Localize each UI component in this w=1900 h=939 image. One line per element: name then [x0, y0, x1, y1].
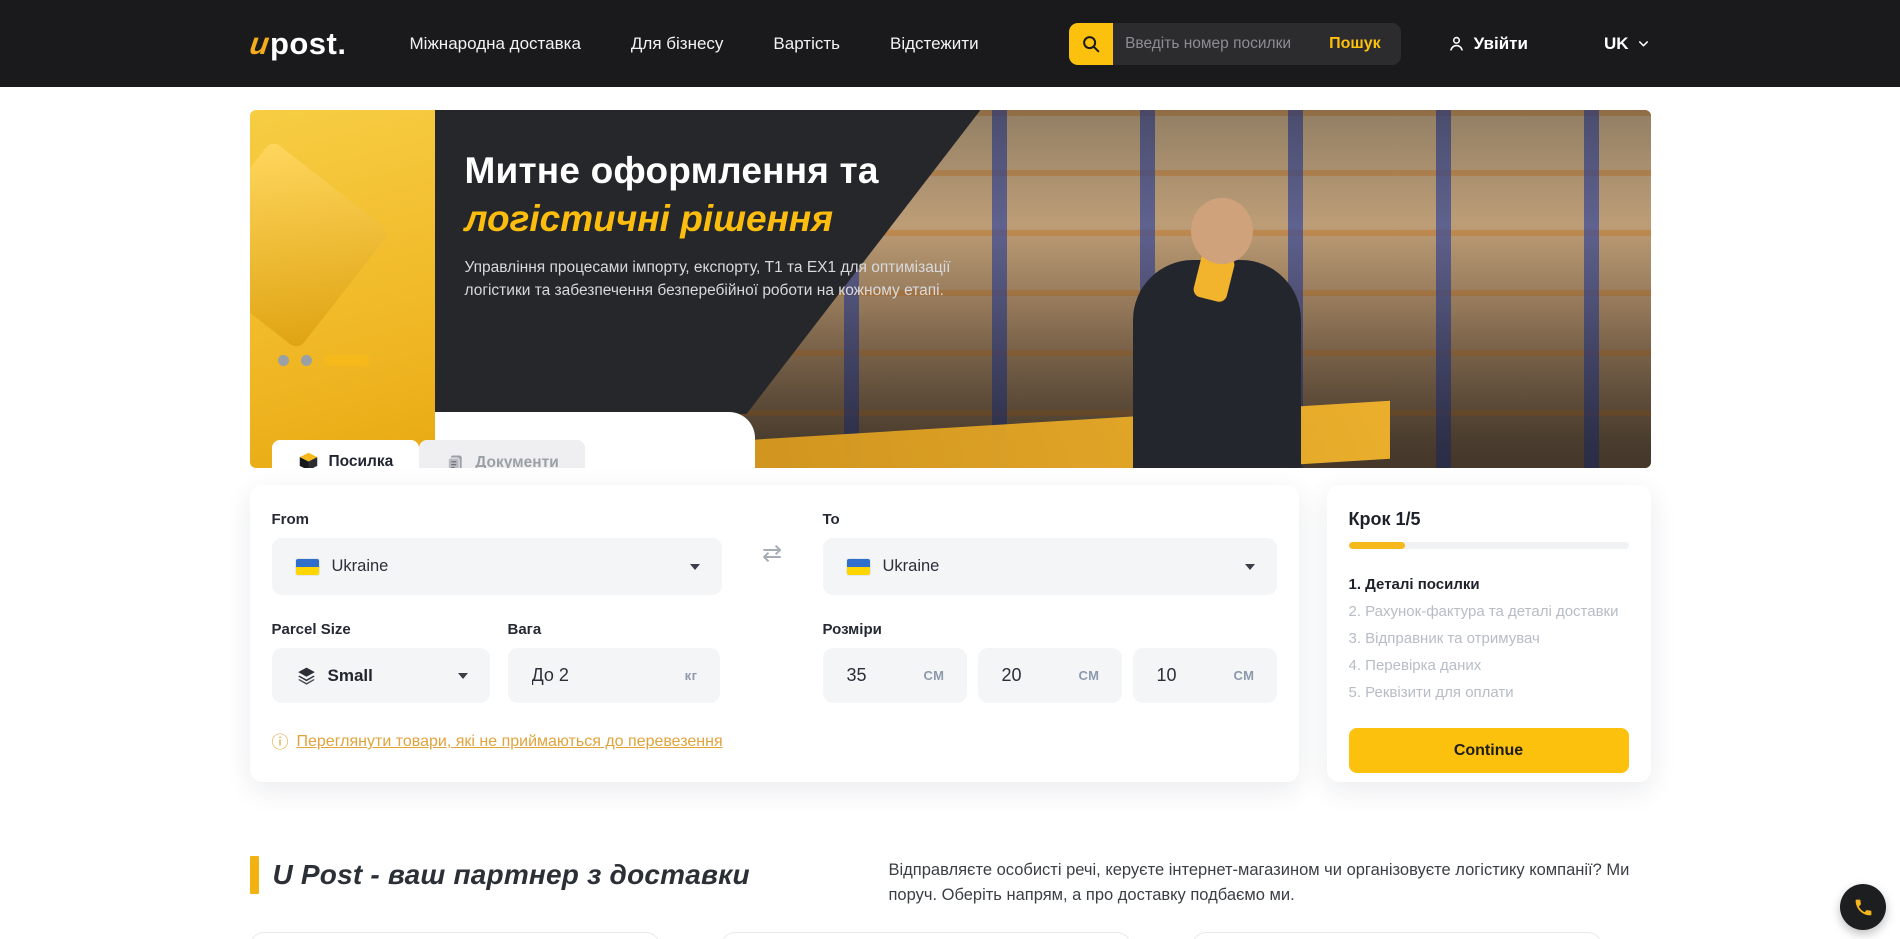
height-unit: СМ [1233, 668, 1254, 683]
to-country-value: Ukraine [883, 557, 940, 576]
from-country-select[interactable]: Ukraine [272, 538, 722, 595]
user-icon [1447, 34, 1466, 53]
from-label: From [272, 511, 722, 528]
direction-card-2[interactable] [721, 932, 1131, 939]
language-selector[interactable]: UK [1604, 34, 1651, 54]
to-country-select[interactable]: Ukraine [823, 538, 1277, 595]
tab-parcel[interactable]: Посилка [272, 440, 420, 468]
dimensions-label: Розміри [823, 621, 1277, 638]
search-icon-button[interactable] [1069, 23, 1113, 65]
steps-list: 1. Деталі посилки 2. Рахунок-фактура та … [1349, 571, 1629, 706]
search-icon [1080, 33, 1102, 55]
tracking-number-input[interactable] [1113, 35, 1323, 53]
search-submit-button[interactable]: Пошук [1323, 35, 1387, 53]
restricted-items-link[interactable]: ⓘ Переглянути товари, які не приймаються… [272, 733, 1277, 751]
call-fab-button[interactable] [1840, 884, 1886, 930]
from-country-value: Ukraine [332, 557, 389, 576]
step-item-2: 2. Рахунок-фактура та деталі доставки [1349, 598, 1629, 625]
parcel-shape [250, 140, 390, 351]
main-nav: Міжнародна доставка Для бізнесу Вартість… [410, 34, 979, 54]
hero-banner: Митне оформлення та логістичні рішення У… [250, 110, 1651, 468]
progress-bar-fill [1349, 542, 1405, 549]
info-icon: ⓘ [272, 734, 289, 751]
tab-documents[interactable]: Документи [419, 440, 584, 468]
shipment-type-tabs: Посилка Документи [272, 440, 585, 468]
layers-icon [296, 665, 317, 686]
length-unit: СМ [923, 668, 944, 683]
step-item-5: 5. Реквізити для оплати [1349, 679, 1629, 706]
intro-paragraph: Відправляєте особисті речі, керуєте інте… [889, 858, 1651, 908]
logo-text: post. [270, 26, 347, 62]
height-input-wrap: СМ [1133, 648, 1277, 703]
direction-card-3[interactable] [1192, 932, 1602, 939]
parcel-size-label: Parcel Size [272, 621, 490, 638]
hero-yellow-panel [250, 110, 435, 468]
to-label: To [823, 511, 1277, 528]
tab-documents-label: Документи [475, 454, 558, 468]
shipment-calculator-card: From Ukraine ⇄ To Ukraine [250, 485, 1299, 782]
phone-icon [1853, 897, 1874, 918]
hero-subtitle: логістичні рішення [465, 198, 1005, 240]
swap-directions-icon[interactable]: ⇄ [762, 539, 782, 568]
login-button[interactable]: Увійти [1447, 34, 1528, 54]
caret-down-icon [690, 564, 700, 570]
step-item-3: 3. Відправник та отримувач [1349, 625, 1629, 652]
hero-title: Митне оформлення та [465, 150, 1005, 192]
weight-input[interactable] [532, 665, 632, 686]
direction-cards-row [250, 932, 1651, 939]
width-input[interactable] [1002, 665, 1054, 686]
top-navigation-bar: upost. Міжнародна доставка Для бізнесу В… [0, 0, 1900, 87]
nav-track[interactable]: Відстежити [890, 34, 979, 54]
tracking-search: Пошук [1069, 23, 1401, 65]
parcel-size-value: Small [328, 666, 373, 686]
courier-head-shape [1191, 198, 1253, 264]
carousel-dot-3-active[interactable] [324, 355, 370, 366]
carousel-dot-2[interactable] [301, 355, 312, 366]
intro-section: U Post - ваш партнер з доставки Відправл… [250, 856, 1651, 908]
step-counter: Крок 1/5 [1349, 509, 1629, 530]
carousel-dots [278, 355, 370, 366]
upost-logo[interactable]: upost. [250, 26, 347, 62]
chevron-down-icon [1636, 36, 1651, 51]
nav-pricing[interactable]: Вартість [773, 34, 840, 54]
nav-for-business[interactable]: Для бізнесу [631, 34, 724, 54]
hero-description: Управління процесами імпорту, експорту, … [465, 256, 970, 302]
ukraine-flag-icon [847, 559, 870, 575]
width-unit: СМ [1078, 668, 1099, 683]
intro-heading: U Post - ваш партнер з доставки [273, 859, 750, 891]
logo-mark: u [247, 26, 271, 62]
length-input-wrap: СМ [823, 648, 967, 703]
parcel-box-icon [298, 451, 319, 468]
step-item-1: 1. Деталі посилки [1349, 571, 1629, 598]
language-code: UK [1604, 34, 1629, 54]
weight-label: Вага [508, 621, 720, 638]
nav-international-delivery[interactable]: Міжнародна доставка [410, 34, 581, 54]
continue-button[interactable]: Continue [1349, 728, 1629, 773]
heading-accent-bar [250, 856, 259, 894]
width-input-wrap: СМ [978, 648, 1122, 703]
caret-down-icon [1245, 564, 1255, 570]
restricted-items-link-text: Переглянути товари, які не приймаються д… [297, 733, 723, 751]
ukraine-flag-icon [296, 559, 319, 575]
height-input[interactable] [1157, 665, 1209, 686]
checkout-steps-card: Крок 1/5 1. Деталі посилки 2. Рахунок-фа… [1327, 485, 1651, 782]
parcel-size-select[interactable]: Small [272, 648, 490, 703]
caret-down-icon [458, 673, 468, 679]
carousel-dot-1[interactable] [278, 355, 289, 366]
tab-parcel-label: Посилка [329, 453, 394, 469]
step-item-4: 4. Перевірка даних [1349, 652, 1629, 679]
weight-input-wrap: кг [508, 648, 720, 703]
direction-card-1[interactable] [250, 932, 660, 939]
weight-unit: кг [685, 668, 698, 683]
progress-bar [1349, 542, 1629, 549]
document-icon [445, 453, 465, 468]
login-label: Увійти [1474, 34, 1528, 54]
length-input[interactable] [847, 665, 899, 686]
